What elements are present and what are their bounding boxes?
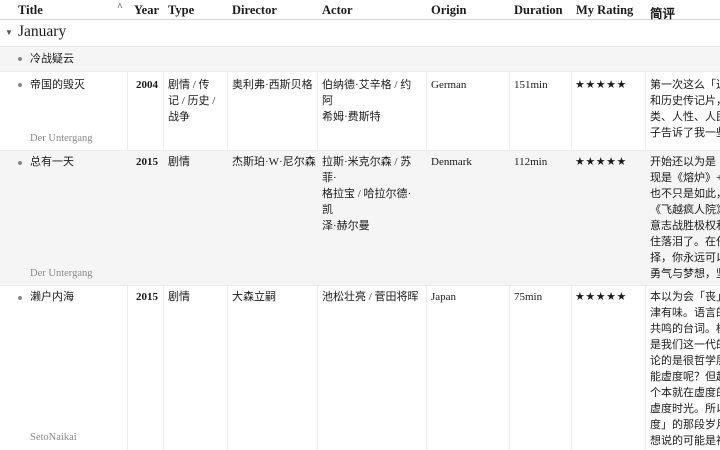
rating-stars[interactable]: ★★★★★ — [575, 154, 627, 170]
column-header-actor[interactable]: Actor — [322, 3, 353, 18]
movie-year: 2015 — [136, 291, 158, 303]
review-line: 能虚度呢？但超 — [650, 371, 720, 383]
review-line: 意志战胜极权和 — [650, 220, 720, 232]
movie-origin: Japan — [431, 291, 457, 303]
original-title: SetoNaikai — [30, 432, 77, 443]
actor-line: 希姆·费斯特 — [322, 111, 381, 123]
movie-title: 冷战疑云 — [30, 53, 74, 65]
review-line: 开始还以为是《 — [650, 156, 720, 168]
movie-review: 第一次这么「近 和历史传记片， 类、人性、人民 子告诉了我一些 — [650, 77, 720, 141]
group-title: January — [18, 23, 67, 40]
sort-ascending-icon[interactable]: ^ — [117, 2, 123, 13]
actor-line: 泽·赫尔曼 — [322, 220, 370, 232]
movie-review: 本以为会「丧」 津有味。语言的 共鸣的台词。模 是我们这一代的 论的是很哲学层 … — [650, 289, 720, 449]
column-header-type[interactable]: Type — [168, 3, 194, 18]
table-row[interactable]: 濑户内海 2015 剧情 大森立嗣 池松壮亮 / 菅田将晖 Japan 75mi… — [0, 286, 720, 450]
movie-actor: 拉斯·米克尔森 / 苏菲· 格拉宝 / 哈拉尔德·凯 泽·赫尔曼 — [322, 154, 422, 234]
movie-origin: Denmark — [431, 156, 472, 168]
review-line: 共鸣的台词。模 — [650, 323, 720, 335]
review-line: 类、人性、人民 — [650, 111, 720, 123]
movie-title: 帝国的毁灭 — [30, 79, 85, 91]
review-line: 勇气与梦想，坚 — [650, 268, 720, 280]
original-title: Der Untergang — [30, 268, 93, 279]
actor-line: 池松壮亮 / 菅田将晖 — [322, 291, 419, 303]
type-line: 剧情 / 传 — [168, 79, 210, 91]
movie-review: 开始还以为是《 现是《熔炉》+ 也不只是如此， 《飞越疯人院》 意志战胜极权和 … — [650, 154, 720, 282]
type-line: 战争 — [168, 111, 190, 123]
actor-line: 格拉宝 / 哈拉尔德·凯 — [322, 188, 412, 216]
bullet-icon — [18, 57, 22, 61]
rating-stars[interactable]: ★★★★★ — [575, 289, 627, 305]
review-line: 住落泪了。在任 — [650, 236, 720, 248]
type-line: 剧情 — [168, 156, 190, 168]
movie-year: 2015 — [136, 156, 158, 168]
movie-type: 剧情 / 传 记 / 历史 / 战争 — [168, 77, 224, 125]
review-line: 度」的那段岁月 — [650, 419, 720, 431]
review-line: 想说的可能是神 — [650, 435, 720, 447]
movie-duration: 151min — [514, 79, 548, 91]
movie-title: 濑户内海 — [30, 291, 74, 303]
movie-duration: 112min — [514, 156, 548, 168]
review-line: 论的是很哲学层 — [650, 355, 720, 367]
review-line: 择，你永远可以 — [650, 252, 720, 264]
actor-line: 伯纳德·艾辛格 / 约阿 — [322, 79, 412, 107]
movie-actor: 池松壮亮 / 菅田将晖 — [322, 289, 422, 305]
movie-title: 总有一天 — [30, 156, 74, 168]
rating-stars[interactable]: ★★★★★ — [575, 77, 627, 93]
movie-table: Title ^ Year Type Director Actor Origin … — [0, 0, 720, 450]
column-header-origin[interactable]: Origin — [431, 3, 466, 18]
column-header-title[interactable]: Title — [18, 3, 43, 18]
table-row[interactable]: 冷战疑云 — [0, 47, 720, 72]
bullet-icon — [18, 296, 22, 300]
review-line: 子告诉了我一些 — [650, 127, 720, 139]
review-line: 本以为会「丧」 — [650, 291, 720, 303]
review-line: 《飞越疯人院》 — [650, 204, 720, 216]
bullet-icon — [18, 161, 22, 165]
table-header: Title ^ Year Type Director Actor Origin … — [0, 0, 720, 21]
column-header-director[interactable]: Director — [232, 3, 277, 18]
movie-type: 剧情 — [168, 289, 224, 305]
movie-duration: 75min — [514, 291, 543, 303]
review-line: 现是《熔炉》+ — [650, 172, 720, 184]
type-line: 记 / 历史 / — [168, 95, 216, 107]
review-line: 和历史传记片， — [650, 95, 720, 107]
table-row[interactable]: 总有一天 2015 剧情 杰斯珀·W·尼尔森 拉斯·米克尔森 / 苏菲· 格拉宝… — [0, 151, 720, 286]
review-line: 第一次这么「近 — [650, 79, 720, 91]
movie-origin: German — [431, 79, 467, 91]
type-line: 剧情 — [168, 291, 190, 303]
group-row-january[interactable]: ▼ January — [0, 20, 720, 47]
movie-type: 剧情 — [168, 154, 224, 170]
bullet-icon — [18, 83, 22, 87]
column-header-year[interactable]: Year — [134, 3, 159, 18]
column-header-duration[interactable]: Duration — [514, 3, 563, 18]
movie-year: 2004 — [136, 79, 158, 91]
movie-director: 大森立嗣 — [232, 291, 276, 303]
review-line: 虚度时光。所以 — [650, 403, 720, 415]
original-title: Der Untergang — [30, 133, 93, 144]
movie-director: 奥利弗·西斯贝格 — [232, 79, 313, 91]
actor-line: 拉斯·米克尔森 / 苏菲· — [322, 156, 412, 184]
collapse-triangle-icon[interactable]: ▼ — [5, 28, 13, 37]
review-line: 也不只是如此， — [650, 188, 720, 200]
review-line: 是我们这一代的 — [650, 339, 720, 351]
movie-actor: 伯纳德·艾辛格 / 约阿 希姆·费斯特 — [322, 77, 422, 125]
table-row[interactable]: 帝国的毁灭 2004 剧情 / 传 记 / 历史 / 战争 奥利弗·西斯贝格 伯… — [0, 72, 720, 151]
review-line: 津有味。语言的 — [650, 307, 720, 319]
column-header-rating[interactable]: My Rating — [576, 3, 633, 18]
movie-director: 杰斯珀·W·尼尔森 — [232, 156, 316, 168]
review-line: 个本就在虚度的 — [650, 387, 720, 399]
